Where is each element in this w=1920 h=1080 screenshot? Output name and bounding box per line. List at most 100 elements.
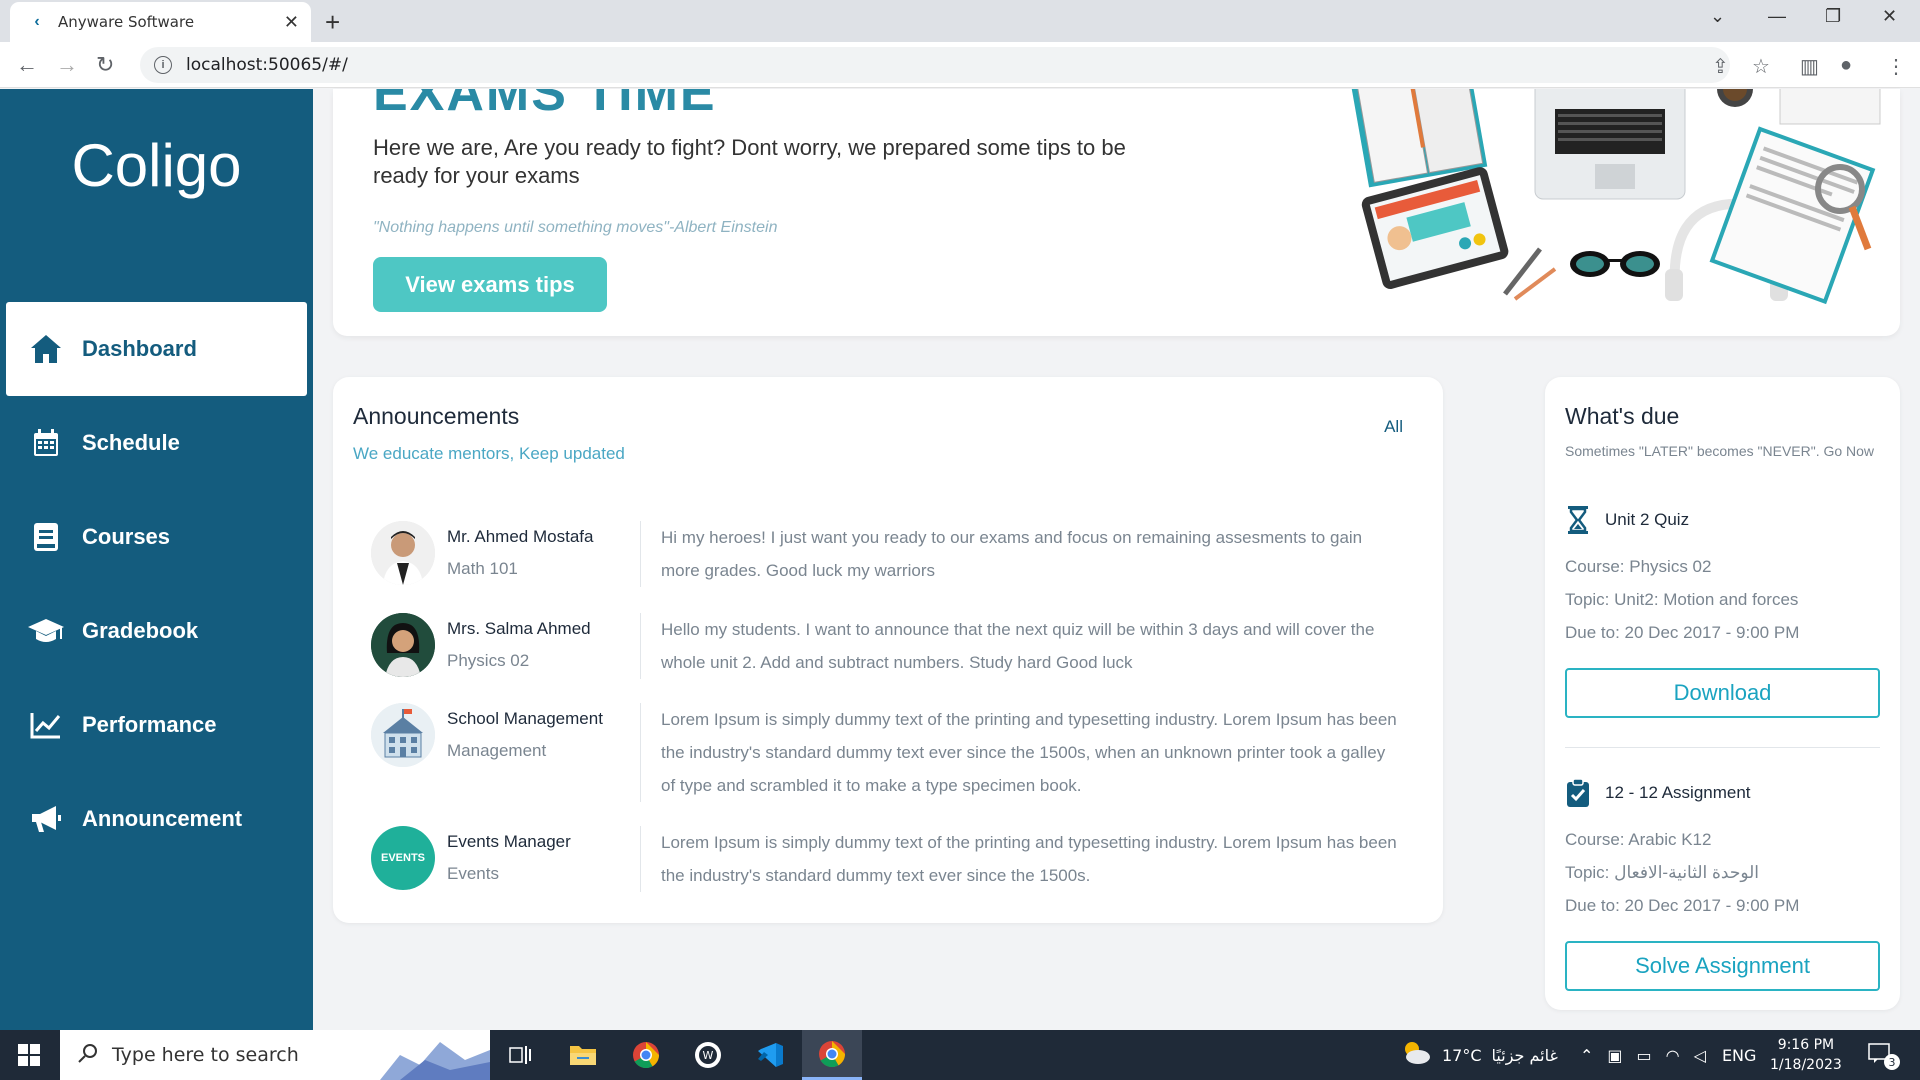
address-bar[interactable]: i localhost:50065/#/ <box>140 47 1730 83</box>
battery-icon[interactable]: ▭ <box>1637 1046 1652 1065</box>
forward-icon[interactable]: → <box>56 52 78 78</box>
sidebar-item-courses[interactable]: Courses <box>6 490 307 584</box>
meet-icon[interactable]: ▣ <box>1607 1046 1622 1065</box>
windows-taskbar: Type here to search W 17°C غائم جزئيًا ⌃… <box>0 1030 1920 1080</box>
announcement-item[interactable]: EVENTS Events Manager Events Lorem Ipsum… <box>371 826 1411 892</box>
megaphone-icon <box>26 799 66 839</box>
chevron-up-icon[interactable]: ⌃ <box>1580 1046 1593 1065</box>
due-topic: Topic: Unit2: Motion and forces <box>1565 590 1799 609</box>
file-explorer-icon[interactable] <box>553 1030 613 1080</box>
author-name: School Management <box>447 709 603 728</box>
desk-illustration <box>1340 89 1900 336</box>
announcements-title: Announcements <box>353 403 520 429</box>
author-course: Math 101 <box>447 559 518 578</box>
due-item-name: 12 - 12 Assignment <box>1605 783 1751 802</box>
svg-text:W: W <box>703 1049 714 1062</box>
author-name: Mr. Ahmed Mostafa <box>447 527 594 546</box>
weather-description: غائم جزئيًا <box>1491 1045 1558 1065</box>
due-course: Course: Physics 02 <box>1565 557 1712 576</box>
windows-start-icon[interactable] <box>18 1044 40 1066</box>
flutter-favicon-icon: ‹ <box>34 13 40 30</box>
due-topic: Topic: الوحدة الثانية-الافعال <box>1565 863 1760 882</box>
announcement-message: Hello my students. I want to announce th… <box>661 620 1375 672</box>
side-panel-icon[interactable]: ▥ <box>1800 54 1819 79</box>
announcement-author: School Management Management <box>447 703 641 802</box>
tab-title: Anyware Software <box>58 13 195 31</box>
chrome-icon[interactable] <box>616 1030 676 1080</box>
solve-assignment-button[interactable]: Solve Assignment <box>1565 941 1880 991</box>
site-info-icon[interactable]: i <box>154 56 172 74</box>
banner-text: Here we are, Are you ready to fight? Don… <box>373 135 1126 188</box>
wifi-icon[interactable]: ◠ <box>1666 1046 1680 1065</box>
taskbar-search[interactable]: Type here to search <box>60 1030 490 1080</box>
announcement-message: Hi my heroes! I just want you ready to o… <box>661 528 1363 580</box>
sidebar-item-label: Schedule <box>82 430 180 455</box>
clock[interactable]: 9:16 PM 1/18/2023 <box>1770 1030 1842 1080</box>
avatar <box>371 703 435 767</box>
bookmark-star-icon[interactable]: ☆ <box>1752 54 1770 79</box>
announcements-subtitle: We educate mentors, Keep updated <box>353 444 625 463</box>
whats-due-title: What's due <box>1565 403 1680 429</box>
sidebar-item-gradebook[interactable]: Gradebook <box>6 584 307 678</box>
url-text[interactable]: localhost:50065/#/ <box>186 55 348 75</box>
avatar <box>371 521 435 585</box>
announcements-card: Announcements We educate mentors, Keep u… <box>333 377 1443 923</box>
due-item-header: 12 - 12 Assignment <box>1565 778 1751 808</box>
search-highlight-image <box>380 1030 490 1080</box>
maximize-icon[interactable]: ❐ <box>1825 6 1841 27</box>
all-announcements-link[interactable]: All <box>1384 417 1403 437</box>
browser-tab-bar: ‹ Anyware Software ✕ + ⌄ — ❐ ✕ <box>0 0 1920 42</box>
vscode-icon[interactable] <box>740 1030 800 1080</box>
share-icon[interactable]: ⇪ <box>1712 54 1729 79</box>
close-tab-icon[interactable]: ✕ <box>284 12 299 33</box>
tab-search-icon[interactable]: ⌄ <box>1710 6 1725 27</box>
sidebar: Coligo Dashboard Schedule Courses Gradeb… <box>0 89 313 1030</box>
volume-icon[interactable]: ◁ <box>1694 1046 1706 1065</box>
language-indicator[interactable]: ENG <box>1722 1046 1756 1065</box>
app-logo: Coligo <box>71 132 242 199</box>
banner-title: EXAMS TIME <box>373 89 717 122</box>
announcement-item[interactable]: Mr. Ahmed Mostafa Math 101 Hi my heroes!… <box>371 521 1411 587</box>
hourglass-icon <box>1565 505 1591 535</box>
app-circle-icon[interactable]: W <box>678 1030 738 1080</box>
announcement-item[interactable]: School Management Management Lorem Ipsum… <box>371 703 1411 802</box>
close-window-icon[interactable]: ✕ <box>1882 6 1897 27</box>
partly-cloudy-icon <box>1400 1039 1432 1071</box>
menu-kebab-icon[interactable]: ⋮ <box>1886 54 1906 79</box>
view-exams-tips-button[interactable]: View exams tips <box>373 257 607 312</box>
events-avatar: EVENTS <box>371 826 435 890</box>
home-icon <box>26 329 66 369</box>
clock-date: 1/18/2023 <box>1770 1057 1842 1073</box>
sidebar-item-dashboard[interactable]: Dashboard <box>6 302 307 396</box>
announcement-item[interactable]: Mrs. Salma Ahmed Physics 02 Hello my stu… <box>371 613 1411 679</box>
browser-tab[interactable]: ‹ Anyware Software ✕ <box>10 2 311 42</box>
graduation-cap-icon <box>26 611 66 651</box>
task-view-icon[interactable] <box>490 1030 550 1080</box>
sidebar-item-label: Gradebook <box>82 618 199 643</box>
chrome-active-icon[interactable] <box>802 1030 862 1080</box>
sidebar-item-schedule[interactable]: Schedule <box>6 396 307 490</box>
avatar <box>371 613 435 677</box>
back-icon[interactable]: ← <box>16 52 38 78</box>
weather-temp: 17°C <box>1442 1045 1482 1065</box>
sidebar-item-label: Courses <box>82 524 171 549</box>
banner-quote: "Nothing happens until something moves"-… <box>373 219 778 236</box>
download-button[interactable]: Download <box>1565 668 1880 718</box>
new-tab-icon[interactable]: + <box>325 7 340 38</box>
sidebar-item-announcement[interactable]: Announcement <box>6 772 307 866</box>
reload-icon[interactable]: ↻ <box>96 52 114 78</box>
weather-widget[interactable]: 17°C غائم جزئيًا <box>1400 1030 1558 1080</box>
sidebar-item-label: Performance <box>82 712 217 737</box>
announcement-message: Lorem Ipsum is simply dummy text of the … <box>661 710 1397 795</box>
profile-icon[interactable]: ● <box>1840 54 1852 77</box>
minimize-icon[interactable]: — <box>1768 6 1786 27</box>
system-tray-icons: ⌃ ▣ ▭ ◠ ◁ ENG <box>1580 1030 1756 1080</box>
announcement-message: Lorem Ipsum is simply dummy text of the … <box>661 833 1397 885</box>
exams-banner: EXAMS TIME Here we are, Are you ready to… <box>333 89 1900 336</box>
due-item-header: Unit 2 Quiz <box>1565 505 1689 535</box>
clipboard-check-icon <box>1565 778 1591 808</box>
sidebar-item-performance[interactable]: Performance <box>6 678 307 772</box>
author-course: Physics 02 <box>447 651 530 670</box>
notifications-button[interactable]: 3 <box>1868 1030 1900 1080</box>
line-chart-icon <box>26 705 66 745</box>
